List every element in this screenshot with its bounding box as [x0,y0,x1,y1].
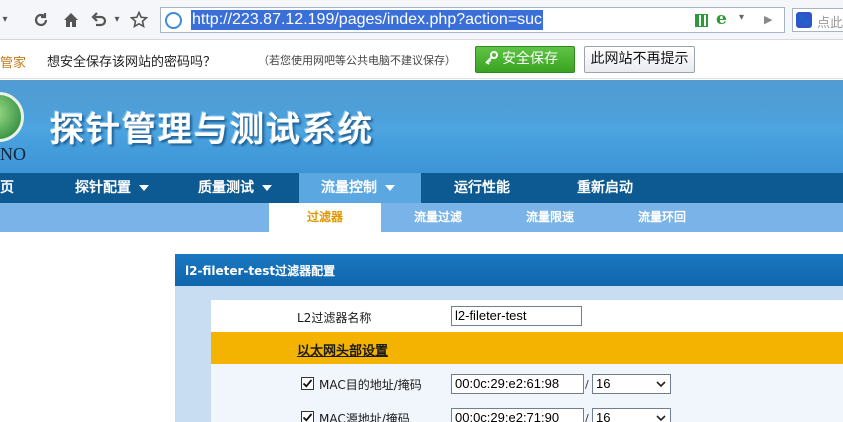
system-title: 探针管理与测试系统 [50,110,374,150]
favorite-star-icon[interactable] [128,9,150,31]
engine-dropdown-icon[interactable]: ▾ [739,12,744,23]
nav-traffic-control[interactable]: 流量控制 [299,173,421,203]
mac-dst-mask-select[interactable]: 16 [592,374,671,394]
mask-separator: / [585,412,589,422]
never-remind-button[interactable]: 此网站不再提示 [584,46,695,73]
bar-brand: 管家 [0,56,27,71]
mac-dst-input[interactable]: 00:0c:29:e2:61:98 [451,374,584,394]
nav-probe-config[interactable]: 探针配置 [75,173,149,203]
mac-src-row: MAC源地址/掩码 00:0c:29:e2:71:90 / 16 [211,399,843,422]
panel-header: l2-fileter-test过滤器配置 [175,254,843,286]
logo-text: NO [0,144,26,164]
mac-src-label: MAC源地址/掩码 [319,412,410,422]
mac-dst-mask-value: 16 [596,376,611,391]
public-computer-note: （若您使用网吧等公共电脑不建议保存） [258,54,456,67]
mac-src-mask-value: 16 [596,410,611,422]
search-box[interactable]: 🐾 点此 [792,8,843,32]
check-icon [302,413,313,422]
filter-form: L2过滤器名称 l2-fileter-test 以太网头部设置 MAC目的地址/… [211,300,843,422]
nav-restart[interactable]: 重新启动 [577,173,633,203]
content-area: l2-fileter-test过滤器配置 L2过滤器名称 l2-fileter-… [0,232,843,422]
nav-quality-test[interactable]: 质量测试 [198,173,272,203]
chevron-down-icon [656,381,666,388]
chevron-down-icon [385,185,395,191]
save-password-question: 想安全保存该网站的密码吗？ [47,55,217,70]
mac-src-checkbox[interactable] [301,411,314,422]
chevron-down-icon [139,185,149,191]
check-icon [302,379,313,388]
panel-title: l2-fileter-test过滤器配置 [185,264,336,278]
main-nav: 页 探针配置 质量测试 流量控制 运行性能 重新启动 [0,173,843,203]
password-save-bar: 管家 想安全保存该网站的密码吗？ （若您使用网吧等公共电脑不建议保存） 安全保存… [0,41,843,79]
refresh-icon[interactable] [30,9,52,31]
ie-engine-icon[interactable]: e [716,9,727,29]
address-url[interactable]: http://223.87.12.199/pages/index.php?act… [191,10,544,30]
undo-dropdown-icon[interactable]: ▾ [112,9,122,31]
safe-save-label: 安全保存 [502,51,558,67]
subnav-loopback[interactable]: 流量环回 [606,203,718,232]
back-dropdown-icon[interactable]: ▾ [0,9,10,31]
home-icon[interactable] [60,9,82,31]
chevron-down-icon [262,185,272,191]
section-label: 以太网头部设置 [297,344,389,359]
mask-separator: / [585,378,589,391]
subnav-filter[interactable]: 过滤器 [269,203,381,232]
filter-config-panel: l2-fileter-test过滤器配置 L2过滤器名称 l2-fileter-… [175,254,843,422]
key-icon [484,47,498,72]
mac-src-input[interactable]: 00:0c:29:e2:71:90 [451,408,584,422]
safe-save-button[interactable]: 安全保存 [475,46,575,73]
nav-run-performance[interactable]: 运行性能 [454,173,510,203]
qr-code-icon[interactable] [695,14,708,27]
mac-src-mask-select[interactable]: 16 [592,408,671,422]
filter-name-label: L2过滤器名称 [297,311,372,325]
site-banner: NO 探针管理与测试系统 [0,80,843,173]
address-bar[interactable]: http://223.87.12.199/pages/index.php?act… [160,7,785,33]
browser-toolbar: ▾ ▾ http://223.87.12.199/pages/index.php… [0,0,843,40]
chevron-down-icon [656,415,666,422]
site-icon [165,12,182,29]
mac-dst-checkbox[interactable] [301,377,314,390]
undo-icon[interactable] [88,9,110,31]
forward-arrow-icon[interactable]: ▶ [764,13,772,26]
ethernet-header-section: 以太网头部设置 [211,332,843,364]
nav-home[interactable]: 页 [0,173,14,203]
mac-dst-label: MAC目的地址/掩码 [319,378,422,392]
subnav-traffic-filter[interactable]: 流量过滤 [382,203,494,232]
filter-name-row: L2过滤器名称 l2-fileter-test [211,300,843,332]
search-placeholder: 点此 [817,16,843,31]
mac-dst-row: MAC目的地址/掩码 00:0c:29:e2:61:98 / 16 [211,367,843,399]
filter-name-input[interactable]: l2-fileter-test [451,306,582,326]
subnav-rate-limit[interactable]: 流量限速 [494,203,606,232]
baidu-paw-icon: 🐾 [796,12,812,28]
sub-nav: 过滤器 流量过滤 流量限速 流量环回 [0,203,843,232]
